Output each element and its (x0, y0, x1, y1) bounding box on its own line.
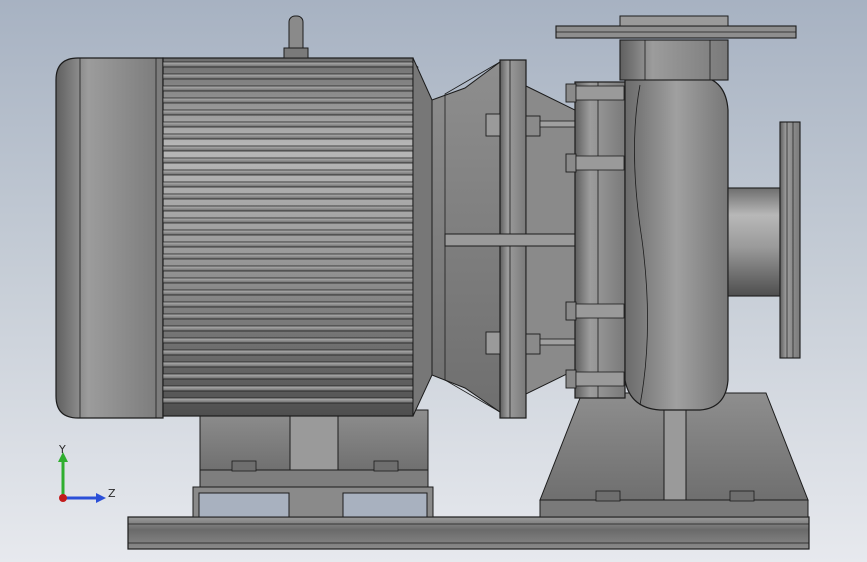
casing-cover (574, 81, 626, 399)
cooling-fin (162, 361, 423, 368)
cooling-fin (162, 109, 424, 116)
suction-nozzle (727, 121, 801, 359)
casing-bolt-boss (575, 303, 625, 319)
cooling-fin (162, 85, 422, 92)
base-rail (127, 516, 810, 550)
cooling-fin (162, 61, 419, 68)
motor-body (162, 57, 433, 417)
casing-bolt-nut (565, 83, 577, 103)
casing-bolt-boss (575, 371, 625, 387)
cooling-fin (162, 397, 419, 404)
nut (525, 333, 541, 355)
pump-motor-assembly-model[interactable] (0, 0, 867, 562)
cooling-fin (162, 265, 430, 272)
cooling-fin (162, 229, 431, 236)
cooling-fin (162, 289, 429, 296)
casing-bolt-boss (575, 85, 625, 101)
cooling-fin (162, 121, 425, 128)
coordinate-triad: Y Z (58, 443, 116, 503)
bolt-head (485, 331, 501, 355)
z-axis-label: Z (108, 487, 116, 500)
cooling-fin (162, 349, 424, 356)
y-axis-label: Y (58, 443, 66, 456)
nut (525, 115, 541, 137)
cooling-fin (162, 241, 431, 248)
stud (539, 338, 576, 346)
cooling-fin (162, 301, 428, 308)
bolt-head (485, 113, 501, 137)
cooling-fin (162, 133, 426, 140)
cooling-fin (162, 325, 426, 332)
cooling-fin (162, 193, 430, 200)
cooling-fin (162, 337, 425, 344)
cooling-fin (162, 145, 427, 152)
cooling-fin (162, 217, 431, 224)
cooling-fin (162, 181, 430, 188)
discharge-nozzle (555, 15, 797, 81)
motor-fan-cover (55, 57, 164, 419)
cooling-fin (162, 205, 431, 212)
cooling-fin (162, 97, 423, 104)
cooling-fin (162, 73, 420, 80)
casing-bolt-boss (575, 155, 625, 171)
cooling-fin (162, 277, 430, 284)
cooling-fins (162, 61, 431, 404)
z-axis-arrow-icon (96, 493, 106, 503)
casing-bolt-nut (565, 153, 577, 173)
cooling-fin (162, 253, 431, 260)
pump-shaft (444, 233, 576, 247)
cooling-fin (162, 373, 422, 380)
pump-pedestal (539, 392, 809, 518)
cooling-fin (162, 157, 428, 164)
cooling-fin (162, 313, 427, 320)
casing-bolt-nut (565, 301, 577, 321)
casing-bolt-nut (565, 369, 577, 389)
motor-base-frame (192, 486, 434, 518)
graphics-viewport[interactable]: Y Z (0, 0, 867, 562)
stud (539, 120, 576, 128)
cooling-fin (162, 169, 429, 176)
x-axis-origin-icon (59, 494, 67, 502)
volute-casing (624, 75, 729, 411)
lifting-eye (283, 15, 309, 59)
cooling-fin (162, 385, 420, 392)
